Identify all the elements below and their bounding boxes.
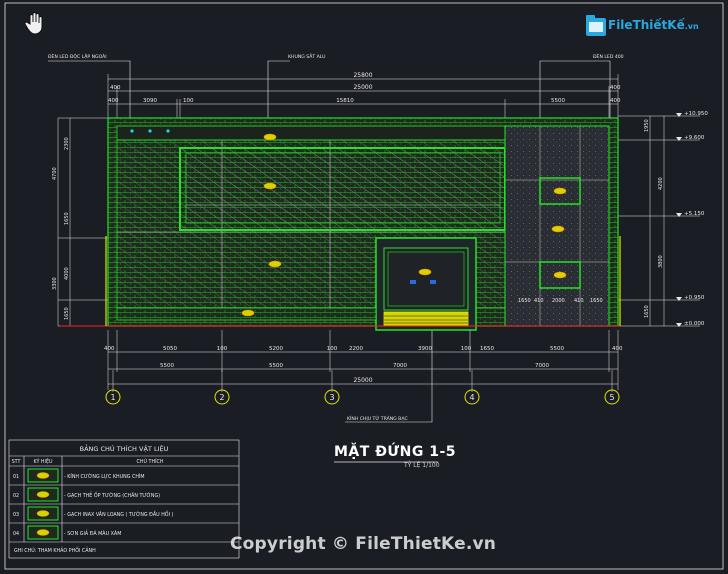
- legend-row-3-stt: 03: [13, 512, 19, 518]
- axis-5: 5: [609, 393, 614, 402]
- legend-col-stt: STT: [12, 459, 21, 465]
- left-dim-1: 4700: [52, 167, 58, 180]
- folder-logo-icon: [586, 15, 606, 36]
- callout-mirror-glass: KÍNH CHỊU TỪ TRÁNG BẠC: [347, 415, 408, 422]
- left-dim-2: 2300: [64, 137, 70, 150]
- legend-row-2-note: - GẠCH THẺ ỐP TƯỜNG (CHÂN TƯỜNG): [64, 491, 160, 499]
- legend-row-1-note: - KÍNH CƯỜNG LỰC KHUNG CHÌM: [64, 473, 144, 480]
- legend-col-symbol: KÝ HIỆU: [34, 457, 53, 465]
- axis-1: 1: [110, 393, 115, 402]
- right-dim-1: 1950: [644, 119, 650, 132]
- left-dim-4: 4000: [64, 267, 70, 280]
- right-dim-4: 1650: [644, 305, 650, 318]
- drawing-title: MẶT ĐỨNG 1-5: [334, 444, 456, 460]
- tower-inner-dim-1: 1650: [518, 298, 531, 304]
- axis-3: 3: [329, 393, 334, 402]
- dim-top-row3-d: 15810: [336, 98, 354, 104]
- callout-led-outdoor: ĐÈN LED ĐỘC LẬP NGOÀI: [48, 52, 107, 60]
- tower-inner-dim-3: 2000: [552, 298, 565, 304]
- dim-bottom-r2-b: 5500: [269, 363, 283, 369]
- dim-top-row3-a: 400: [108, 98, 119, 104]
- dim-bottom-r1-k: 400: [612, 346, 623, 352]
- copyright-watermark: Copyright © FileThietKe.vn: [230, 534, 497, 554]
- dim-top-row2-c: 400: [610, 85, 621, 91]
- tower-inner-dim-5: 1650: [590, 298, 603, 304]
- level-9600: +9.600: [684, 135, 705, 141]
- legend-title: BẢNG CHÚ THÍCH VẬT LIỆU: [80, 444, 169, 453]
- dim-bottom-total: 25000: [353, 377, 372, 384]
- level-0000: ±0.000: [684, 321, 705, 327]
- dim-bottom-r1-g: 3900: [418, 346, 432, 352]
- legend-row-4-stt: 04: [13, 531, 19, 537]
- legend-footnote: GHI CHÚ: THAM KHẢO PHỐI CẢNH: [14, 546, 96, 554]
- tower-inner-dim-4: 410: [574, 298, 584, 304]
- dim-top-row2-b: 25000: [353, 84, 372, 91]
- dim-top-row3-e: 5500: [551, 98, 565, 104]
- right-dim-3: 3800: [658, 255, 664, 268]
- callout-alu-frame: KHUNG SẮT ALU: [288, 52, 325, 60]
- callout-led-400: ĐÈN LED 400: [593, 52, 624, 60]
- grid-axes: [105, 389, 620, 405]
- cad-drawing-canvas: 25800 400 25000 400 400 3090 100 15810 5…: [4, 2, 724, 570]
- legend-row-1-stt: 01: [13, 474, 19, 480]
- dim-top-row3-c: 100: [183, 98, 194, 104]
- axis-2: 2: [219, 393, 224, 402]
- dim-top-total: 25800: [353, 72, 372, 79]
- dim-bottom-r1-b: 5050: [163, 346, 177, 352]
- dim-bottom-r1-j: 5500: [550, 346, 564, 352]
- tower-inner-dim-2: 410: [534, 298, 544, 304]
- logo-main: FileThiếtKế: [608, 18, 685, 32]
- dim-bottom-r2-d: 7000: [535, 363, 549, 369]
- dim-bottom-r1-c: 100: [217, 346, 228, 352]
- left-dim-5: 3300: [52, 277, 58, 290]
- facade-top-band: [116, 125, 506, 141]
- left-dim-3: 1650: [64, 212, 70, 225]
- dim-top-row2-a: 400: [110, 85, 121, 91]
- logo-text: FileThiếtKế.vn: [608, 18, 699, 32]
- entrance-steps: [383, 311, 469, 327]
- dim-bottom-r1-d: 5200: [269, 346, 283, 352]
- logo-suffix: .vn: [684, 22, 699, 31]
- pan-hand-icon[interactable]: [22, 10, 48, 36]
- left-dim-6: 1650: [64, 307, 70, 320]
- dim-bottom-r1-i: 1650: [480, 346, 494, 352]
- dim-bottom-r1-e: 100: [327, 346, 338, 352]
- legend-row-2-stt: 02: [13, 493, 19, 499]
- dim-top-row3-b: 3090: [143, 98, 157, 104]
- level-5150: +5.150: [684, 211, 705, 217]
- dim-bottom-r1-f: 2200: [349, 346, 363, 352]
- legend-col-note: CHÚ THÍCH: [137, 458, 164, 465]
- dim-bottom-r1-a: 400: [104, 346, 115, 352]
- right-dim-2: 4200: [658, 177, 664, 190]
- dim-top-row3-f: 400: [610, 98, 621, 104]
- legend-row-3-note: - GẠCH INAX VÂN LOANG ( TƯỜNG ĐẦU HỒI ): [64, 509, 174, 518]
- drawing-scale: TỶ LỆ 1/100: [404, 462, 440, 469]
- axis-4: 4: [469, 393, 474, 402]
- dim-bottom-r2-a: 5500: [160, 363, 174, 369]
- legend-row-4-note: - SƠN GIẢ ĐÁ MÀU XÁM: [64, 529, 121, 537]
- dim-bottom-r1-h: 100: [461, 346, 472, 352]
- level-0950: +0.950: [684, 295, 705, 301]
- level-10950: +10.950: [684, 111, 708, 117]
- facade-upper-panel: [179, 147, 506, 231]
- level-markers: [676, 113, 682, 327]
- dim-bottom-r2-c: 7000: [393, 363, 407, 369]
